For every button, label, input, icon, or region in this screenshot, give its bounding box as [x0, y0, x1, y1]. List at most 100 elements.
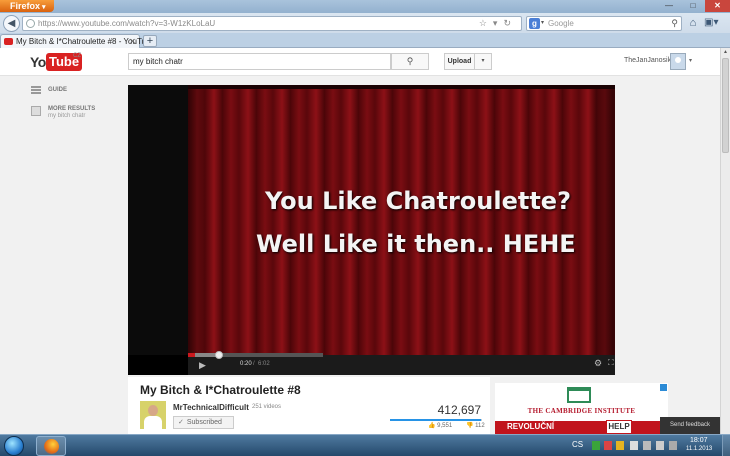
channel-name[interactable]: MrTechnicalDifficult: [173, 403, 249, 412]
like-count-value: 9,551: [437, 423, 453, 429]
avatar-body: [144, 416, 162, 429]
clock-date[interactable]: 11.1.2013: [686, 446, 712, 452]
tab-strip: My Bitch & I*Chatroulette #8 - YouTube ✕…: [0, 33, 730, 48]
gear-icon[interactable]: ⚙: [594, 358, 602, 369]
watch-info-panel: My Bitch & I*Chatroulette #8 MrTechnical…: [128, 377, 490, 434]
upload-button[interactable]: Upload: [444, 53, 475, 70]
google-icon[interactable]: g: [529, 18, 540, 29]
address-bar[interactable]: https://www.youtube.com/watch?v=3-W1zKLo…: [22, 16, 522, 31]
start-button[interactable]: [4, 436, 24, 456]
channel-video-count[interactable]: 251 videos: [252, 404, 281, 410]
more-results-query: my bitch chatr: [48, 113, 86, 119]
progress-played: [188, 353, 196, 357]
chevron-down-icon[interactable]: ▾: [689, 57, 692, 64]
firefox-menu-label: Firefox: [10, 1, 41, 11]
building-logo-icon: [567, 387, 591, 403]
guide-menu-icon[interactable]: [31, 86, 41, 94]
globe-icon: [26, 19, 35, 28]
taskbar-firefox[interactable]: [36, 436, 66, 456]
show-desktop-button[interactable]: [722, 435, 730, 456]
scroll-up-arrow-icon[interactable]: ▲: [721, 48, 730, 57]
youtube-search-button[interactable]: ⚲: [391, 53, 429, 70]
youtube-favicon-icon: [4, 38, 13, 45]
back-button[interactable]: ◀: [3, 15, 20, 32]
page-scrollbar[interactable]: ▲: [720, 48, 730, 434]
send-feedback-button[interactable]: Send feedback: [660, 417, 720, 434]
video-title: My Bitch & I*Chatroulette #8: [140, 383, 301, 397]
time-separator: /: [253, 361, 255, 367]
search-engine-box[interactable]: g ▾ Google ⚲: [526, 16, 682, 31]
youtube-page: You Tube CZ my bitch chatr ⚲ Upload ▾ Th…: [0, 48, 720, 434]
progress-bar[interactable]: [188, 353, 323, 357]
guide-link[interactable]: GUIDE: [48, 87, 67, 93]
new-tab-button[interactable]: +: [143, 35, 157, 47]
bookmark-star-icon[interactable]: ☆▾↻: [479, 17, 517, 30]
speaker-icon[interactable]: [656, 441, 664, 450]
magnifier-icon[interactable]: ⚲: [671, 17, 678, 30]
firefox-menu-button[interactable]: Firefox ▾: [0, 0, 54, 12]
chevron-down-icon[interactable]: ▾: [541, 17, 544, 30]
avatar[interactable]: [670, 53, 686, 70]
avatar-head: [148, 405, 158, 416]
clock-time[interactable]: 18:07: [690, 437, 708, 444]
bookmarks-icon[interactable]: ▣▾: [704, 16, 728, 30]
firefox-icon: [44, 439, 59, 454]
flag-icon[interactable]: [630, 441, 638, 450]
dislike-count[interactable]: 👎 112: [466, 422, 485, 429]
thumbs-down-icon: 👎: [466, 423, 474, 429]
tab-youtube[interactable]: My Bitch & I*Chatroulette #8 - YouTube ✕: [0, 34, 155, 48]
video-player[interactable]: You Like Chatroulette? Well Like it then…: [128, 85, 615, 375]
upload-dropdown-button[interactable]: ▾: [475, 53, 492, 70]
monitor-icon[interactable]: [643, 441, 651, 450]
close-tab-icon[interactable]: ✕: [129, 35, 136, 48]
window-titlebar: Firefox ▾ — □ ✕: [0, 0, 730, 13]
username[interactable]: TheJanJanosik: [624, 57, 671, 64]
time-current: 0:20: [240, 361, 252, 367]
youtube-masthead: You Tube CZ my bitch chatr ⚲ Upload ▾ Th…: [0, 48, 720, 76]
minimize-button[interactable]: —: [657, 0, 681, 12]
video-letterbox: [128, 85, 188, 355]
channel-avatar[interactable]: [140, 401, 166, 429]
ad-banner-text: REVOLUČNÍ: [507, 422, 555, 431]
dislike-count-value: 112: [475, 423, 485, 429]
ad-choices-icon[interactable]: [660, 384, 667, 391]
youtube-search-input[interactable]: my bitch chatr: [128, 53, 391, 70]
chevron-down-icon: ▾: [42, 4, 46, 11]
language-indicator[interactable]: CS: [572, 440, 583, 449]
update-icon[interactable]: [616, 441, 624, 450]
video-frame-curtain: [188, 85, 615, 355]
close-window-button[interactable]: ✕: [705, 0, 730, 12]
search-engine-placeholder: Google: [548, 19, 574, 28]
thumbs-up-icon: 👍: [428, 423, 436, 429]
time-total: 6:02: [258, 361, 270, 367]
checkmark-icon: ✓: [178, 419, 184, 426]
home-icon[interactable]: ⌂: [686, 16, 700, 30]
maximize-button[interactable]: □: [681, 0, 705, 12]
subscribe-label: Subscribed: [186, 419, 222, 426]
more-results-icon[interactable]: [31, 106, 41, 116]
video-caption-line2: Well Like it then.. HEHE: [256, 230, 576, 258]
ad-logo: HELP: [606, 420, 632, 434]
ad-institute-name: THE CAMBRIDGE INSTITUTE: [527, 407, 636, 415]
search-icon: ⚲: [406, 56, 414, 66]
windows-taskbar: CS 18:07 11.1.2013: [0, 434, 730, 456]
like-dislike-bar: [390, 419, 482, 421]
like-ratio-fill: [390, 419, 481, 421]
subscribe-button[interactable]: ✓ Subscribed: [173, 416, 234, 429]
search-query-text: my bitch chatr: [133, 57, 183, 66]
more-results-link[interactable]: MORE RESULTS: [48, 106, 95, 112]
video-caption-line1: You Like Chatroulette?: [265, 187, 571, 215]
advertisement[interactable]: THE CAMBRIDGE INSTITUTE REVOLUČNÍ HELP: [495, 383, 668, 434]
scroll-thumb[interactable]: [722, 58, 729, 153]
curtain-rail: [188, 85, 615, 89]
view-count: 412,697: [437, 403, 481, 417]
power-icon[interactable]: [669, 441, 677, 450]
logo-country: CZ: [73, 53, 81, 59]
play-icon[interactable]: ▶: [199, 359, 213, 371]
fullscreen-icon[interactable]: ⛶: [608, 358, 614, 368]
antivirus-icon[interactable]: [604, 441, 612, 450]
like-count[interactable]: 👍 9,551: [428, 422, 452, 429]
navigation-toolbar: ◀ https://www.youtube.com/watch?v=3-W1zK…: [0, 13, 730, 33]
url-text: https://www.youtube.com/watch?v=3-W1zKLo…: [38, 19, 216, 28]
network-icon[interactable]: [592, 441, 600, 450]
